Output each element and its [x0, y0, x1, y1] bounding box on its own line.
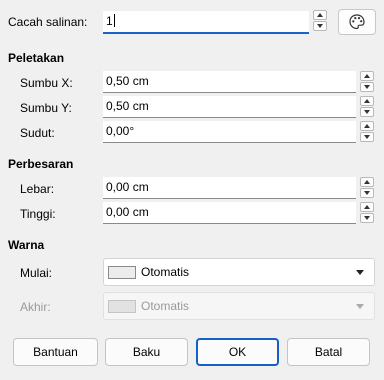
copies-label: Cacah salinan: [8, 15, 88, 29]
ok-button[interactable]: OK [196, 338, 279, 366]
width-label: Lebar: [20, 182, 55, 196]
angle-decrement-button[interactable] [360, 132, 374, 142]
angle-spinner[interactable] [360, 121, 374, 143]
copies-value: 1 [106, 14, 113, 28]
angle-input[interactable]: 0,00° [103, 121, 356, 143]
end-color-value: Otomatis [141, 299, 190, 313]
height-input[interactable]: 0,00 cm [103, 202, 356, 224]
x-axis-increment-button[interactable] [360, 71, 374, 81]
height-increment-button[interactable] [360, 202, 374, 212]
end-color-dropdown: Otomatis [103, 292, 375, 320]
angle-increment-button[interactable] [360, 121, 374, 131]
width-spinner[interactable] [360, 177, 374, 199]
width-input[interactable]: 0,00 cm [103, 177, 356, 199]
copies-decrement-button[interactable] [313, 21, 327, 31]
start-color-dropdown[interactable]: Otomatis [103, 258, 375, 286]
width-increment-button[interactable] [360, 177, 374, 187]
height-spinner[interactable] [360, 202, 374, 224]
height-label: Tinggi: [20, 207, 56, 221]
help-button[interactable]: Bantuan [13, 338, 98, 366]
y-axis-increment-button[interactable] [360, 96, 374, 106]
start-color-value: Otomatis [141, 265, 190, 279]
end-color-swatch [108, 300, 136, 313]
y-axis-label: Sumbu Y: [20, 101, 72, 115]
enlargement-heading: Perbesaran [8, 157, 74, 171]
x-axis-spinner[interactable] [360, 71, 374, 93]
copies-input[interactable]: 1 [103, 11, 309, 34]
y-axis-spinner[interactable] [360, 96, 374, 118]
placement-heading: Peletakan [8, 51, 65, 65]
text-caret [113, 14, 115, 27]
angle-label: Sudut: [20, 126, 55, 140]
start-color-label: Mulai: [20, 266, 53, 280]
x-axis-input[interactable]: 0,50 cm [103, 71, 356, 93]
palette-icon [349, 14, 365, 30]
end-color-label: Akhir: [20, 300, 51, 314]
width-decrement-button[interactable] [360, 188, 374, 198]
y-axis-input[interactable]: 0,50 cm [103, 96, 356, 118]
x-axis-decrement-button[interactable] [360, 82, 374, 92]
start-color-swatch [108, 266, 136, 279]
y-axis-decrement-button[interactable] [360, 107, 374, 117]
values-from-selection-button[interactable] [338, 9, 376, 35]
cancel-button[interactable]: Batal [287, 338, 370, 366]
colors-heading: Warna [8, 238, 45, 252]
x-axis-label: Sumbu X: [20, 76, 73, 90]
height-decrement-button[interactable] [360, 213, 374, 223]
chevron-down-icon [356, 304, 364, 309]
copies-increment-button[interactable] [313, 10, 327, 20]
reset-button[interactable]: Baku [105, 338, 188, 366]
chevron-down-icon [356, 270, 364, 275]
copies-spinner[interactable] [313, 10, 327, 32]
